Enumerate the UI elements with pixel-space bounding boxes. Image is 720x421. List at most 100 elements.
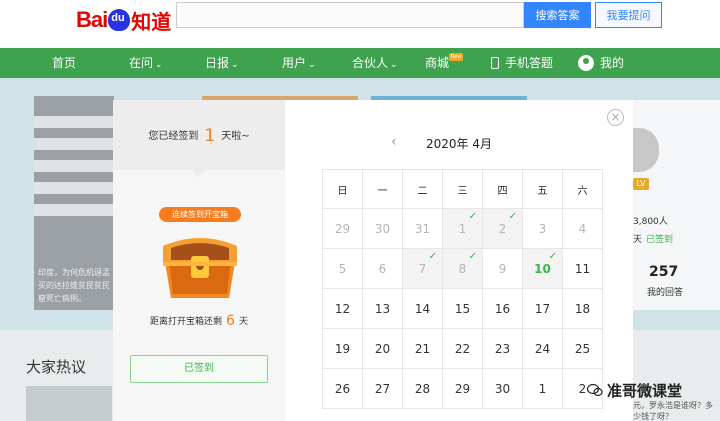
calendar-day[interactable]: 22	[442, 328, 483, 369]
calendar-day[interactable]: 15	[442, 288, 483, 329]
day-number: 7	[418, 261, 427, 276]
day-number: 30	[374, 221, 391, 236]
calendar-day[interactable]: 18	[562, 288, 603, 329]
day-number: 29	[334, 221, 351, 236]
nav-item-mall[interactable]: 商城	[425, 48, 449, 78]
chevron-down-icon: ⌄	[308, 60, 316, 70]
calendar-day[interactable]: 29	[322, 208, 363, 249]
calendar-day[interactable]: 23	[482, 328, 523, 369]
calendar-week: 26 27 28 29 30 1 2	[322, 368, 603, 409]
fans-count: 3,800人	[633, 217, 668, 227]
prev-month-icon[interactable]: ‹	[391, 134, 397, 150]
day-number: 24	[534, 341, 551, 356]
day-number: 2	[498, 221, 507, 236]
calendar-day[interactable]: 26	[322, 368, 363, 409]
watermark-text: 准哥微课堂	[607, 382, 683, 400]
checkmark-icon: ✓	[508, 211, 517, 222]
nav-item-mine[interactable]: 我的	[578, 48, 624, 78]
calendar-day[interactable]: 8 ✓	[442, 248, 483, 289]
nav-item-users[interactable]: 用户 ⌄	[282, 48, 316, 78]
day-number: 5	[338, 261, 347, 276]
checkmark-icon: ✓	[548, 251, 557, 262]
weekday-header: 六	[562, 169, 603, 209]
month-label: 2020年 4月	[426, 137, 492, 151]
header: Bai 知道 搜索答案 我要提问	[0, 0, 720, 48]
my-answers-link[interactable]: 我的回答	[647, 285, 683, 298]
calendar-day[interactable]: 30	[362, 208, 403, 249]
ask-question-button[interactable]: 我要提问	[595, 2, 662, 28]
wechat-icon	[587, 383, 603, 397]
calendar-day[interactable]: 27	[362, 368, 403, 409]
calendar-day[interactable]: 14	[402, 288, 443, 329]
weekday-header: 二	[402, 169, 443, 209]
search-input[interactable]	[176, 2, 524, 28]
streak-days: 1	[204, 126, 216, 146]
signin-status: 天已签到	[633, 232, 673, 245]
image-stripe	[34, 116, 114, 128]
signed-button[interactable]: 已签到	[130, 355, 268, 383]
search-button[interactable]: 搜索答案	[524, 2, 591, 28]
new-badge: New	[449, 53, 463, 61]
days-label: 天	[633, 235, 643, 245]
topic-thumbnail[interactable]	[26, 386, 112, 421]
calendar-week: 5 6 7 ✓ 8 ✓ 9 10 ✓ 11	[322, 248, 603, 289]
calendar-day[interactable]: 13	[362, 288, 403, 329]
calendar-day[interactable]: 28	[402, 368, 443, 409]
day-number: 12	[334, 301, 351, 316]
calendar-day[interactable]: 11	[562, 248, 603, 289]
calendar-day[interactable]: 7 ✓	[402, 248, 443, 289]
nav-item-daily[interactable]: 日报 ⌄	[205, 48, 239, 78]
news-card[interactable]: 印度，为何危机诬孟买的达拉维贫民贫民窟死亡病例。	[34, 96, 114, 310]
calendar-day[interactable]: 31	[402, 208, 443, 249]
calendar-day[interactable]: 10 ✓	[522, 248, 563, 289]
calendar-day[interactable]: 29	[442, 368, 483, 409]
day-number: 23	[494, 341, 511, 356]
calendar-day[interactable]: 17	[522, 288, 563, 329]
calendar-day[interactable]: 1 ✓	[442, 208, 483, 249]
day-number: 4	[578, 221, 587, 236]
user-icon	[578, 55, 594, 71]
nav-item-asking[interactable]: 在问 ⌄	[129, 48, 163, 78]
day-number: 1	[458, 221, 467, 236]
day-number: 16	[494, 301, 511, 316]
calendar-day[interactable]: 9	[482, 248, 523, 289]
chevron-down-icon: ⌄	[155, 60, 163, 70]
calendar-day[interactable]: 30	[482, 368, 523, 409]
close-icon[interactable]: ×	[607, 109, 624, 126]
day-number: 19	[334, 341, 351, 356]
day-number: 21	[414, 341, 431, 356]
nav-item-partner[interactable]: 合伙人 ⌄	[352, 48, 398, 78]
avatar[interactable]	[633, 128, 659, 172]
calendar-day[interactable]: 16	[482, 288, 523, 329]
image-stripe	[34, 182, 114, 194]
calendar-day[interactable]: 20	[362, 328, 403, 369]
day-number: 15	[454, 301, 471, 316]
nav-item-mobile[interactable]: 手机答题	[491, 48, 553, 78]
baidu-logo[interactable]: Bai 知道	[76, 6, 171, 34]
calendar-day[interactable]: 12	[322, 288, 363, 329]
calendar-day[interactable]: 2 ✓	[482, 208, 523, 249]
calendar-day[interactable]: 24	[522, 328, 563, 369]
day-number: 27	[374, 381, 391, 396]
streak-prefix: 您已经签到	[148, 131, 199, 142]
calendar-day[interactable]: 1	[522, 368, 563, 409]
calendar-day[interactable]: 25	[562, 328, 603, 369]
calendar-day[interactable]: 19	[322, 328, 363, 369]
day-number: 18	[574, 301, 591, 316]
checkmark-icon: ✓	[468, 251, 477, 262]
calendar-day[interactable]: 4	[562, 208, 603, 249]
calendar-day[interactable]: 5	[322, 248, 363, 289]
calendar-day[interactable]: 6	[362, 248, 403, 289]
day-number: 17	[534, 301, 551, 316]
treasure-chest-icon[interactable]	[157, 232, 243, 302]
day-number: 1	[538, 381, 547, 396]
signin-dialog: 您已经签到 1 天啦~ 连续签到开宝箱 距离打开宝箱还剩 6 天 已签到 × ‹ 202…	[113, 100, 633, 421]
calendar-day[interactable]: 21	[402, 328, 443, 369]
nav-item-home[interactable]: 首页	[52, 48, 76, 78]
nav-label: 在问	[129, 56, 154, 70]
calendar-day[interactable]: 3	[522, 208, 563, 249]
day-number: 31	[414, 221, 431, 236]
level-badge: LV	[633, 178, 649, 190]
weekday-header: 五	[522, 169, 563, 209]
chevron-down-icon: ⌄	[390, 60, 398, 70]
